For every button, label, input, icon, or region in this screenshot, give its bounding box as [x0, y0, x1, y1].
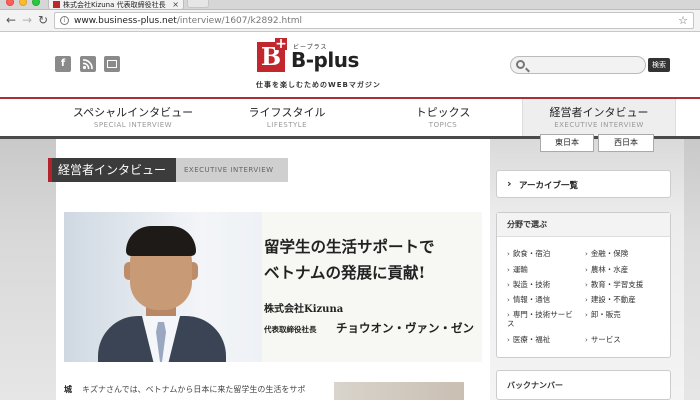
- search-input[interactable]: [510, 56, 646, 74]
- chevron-right-icon: ›: [507, 311, 510, 319]
- interviewee-photo: [64, 212, 260, 362]
- chevron-right-icon: ›: [507, 250, 510, 258]
- chevron-right-icon: ›: [507, 177, 512, 190]
- hero-headline: 留学生の生活サポートで ベトナムの発展に貢献!: [264, 234, 480, 286]
- article-lead-text: キズナさんでは、ベトナムから日本に来た留学生の生活をサポ: [82, 385, 306, 394]
- address-bar[interactable]: i www.business-plus.net/interview/1607/k…: [54, 12, 694, 29]
- info-icon[interactable]: i: [60, 16, 69, 25]
- minimize-window-icon[interactable]: [19, 0, 27, 6]
- nav-item-lifestyle[interactable]: ライフスタイル LIFESTYLE: [210, 99, 364, 136]
- tab-title: 株式会社Kizuna 代表取締役社長: [63, 0, 166, 9]
- close-window-icon[interactable]: [6, 0, 14, 6]
- hero-role: 代表取締役社長: [264, 325, 317, 334]
- nav-item-special-interview[interactable]: スペシャルインタビュー SPECIAL INTERVIEW: [56, 99, 210, 136]
- hero-person-name: チョウオン・ヴァン・ゼン: [336, 321, 474, 335]
- nav-item-executive-interview[interactable]: 経営者インタビュー EXECUTIVE INTERVIEW: [522, 99, 676, 136]
- backnumber-panel[interactable]: バックナンバー: [496, 370, 671, 400]
- category-item[interactable]: › 飲食・宿泊: [507, 249, 550, 259]
- nav-item-sublabel: LIFESTYLE: [266, 121, 308, 129]
- hero-headline-line2: ベトナムの発展に貢献!: [264, 263, 426, 282]
- url-host: www.business-plus.net: [74, 15, 177, 26]
- category-title: 分野で選ぶ: [497, 213, 670, 237]
- backnumber-label: バックナンバー: [507, 381, 563, 390]
- article-thumbnail: [334, 382, 464, 400]
- nav-item-topics[interactable]: トピックス TOPICS: [364, 99, 522, 136]
- nav-item-label: 経営者インタビュー: [549, 106, 649, 119]
- category-item[interactable]: › 金融・保険: [585, 249, 628, 259]
- section-subtitle: EXECUTIVE INTERVIEW: [176, 158, 288, 182]
- browser-tab[interactable]: 株式会社Kizuna 代表取締役社長 ×: [48, 0, 184, 10]
- tab-close-icon[interactable]: ×: [172, 0, 179, 9]
- new-tab-button[interactable]: [187, 0, 209, 8]
- category-item[interactable]: › 情報・通信: [507, 295, 550, 305]
- chevron-right-icon: ›: [585, 250, 588, 258]
- page-side-right: [684, 139, 700, 400]
- archive-list-link[interactable]: › アーカイブ一覧: [496, 170, 671, 198]
- nav-item-label: ライフスタイル: [248, 106, 326, 119]
- chevron-right-icon: ›: [585, 311, 588, 319]
- article-initial: 城: [64, 385, 72, 394]
- chevron-right-icon: ›: [585, 266, 588, 274]
- chevron-right-icon: ›: [507, 266, 510, 274]
- hero-banner: 留学生の生活サポートで ベトナムの発展に貢献! 株式会社Kizuna 代表取締役…: [64, 212, 482, 362]
- category-item[interactable]: › 運輸: [507, 265, 528, 275]
- search-button[interactable]: 検索: [648, 58, 670, 72]
- logo-plus: +: [275, 36, 287, 52]
- global-nav: スペシャルインタビュー SPECIAL INTERVIEW ライフスタイル LI…: [0, 99, 700, 136]
- category-item[interactable]: › 卸・販売: [585, 310, 621, 320]
- hero-headline-line1: 留学生の生活サポートで: [264, 237, 435, 256]
- chevron-right-icon: ›: [507, 281, 510, 289]
- chevron-right-icon: ›: [585, 336, 588, 344]
- search-icon: [516, 60, 525, 69]
- category-item[interactable]: › 農林・水産: [585, 265, 628, 275]
- category-item-overflow: ス: [507, 319, 515, 328]
- nav-item-sublabel: TOPICS: [428, 121, 458, 129]
- site-logo[interactable]: B + ビープラス B-plus: [257, 36, 387, 76]
- facebook-icon[interactable]: f: [55, 56, 71, 72]
- chevron-right-icon: ›: [585, 281, 588, 289]
- subtab-west-japan[interactable]: 西日本: [598, 134, 654, 152]
- bookmark-star-icon[interactable]: ☆: [678, 14, 688, 27]
- rss-icon[interactable]: [80, 56, 96, 72]
- subtab-east-japan[interactable]: 東日本: [540, 134, 594, 152]
- category-item[interactable]: › 専門・技術サービ: [507, 310, 573, 320]
- chevron-right-icon: ›: [507, 296, 510, 304]
- mail-icon[interactable]: [104, 56, 120, 72]
- site-favicon-icon: [53, 1, 60, 8]
- browser-tab-bar: 株式会社Kizuna 代表取締役社長 ×: [0, 0, 700, 10]
- reload-icon[interactable]: ↻: [38, 13, 48, 27]
- hero-company: 株式会社Kizuna: [264, 304, 344, 315]
- category-panel: 分野で選ぶ › 飲食・宿泊 › 運輸 › 製造・技術 › 情報・通信 › 専門・技術サービ…: [496, 212, 671, 358]
- forward-arrow-icon[interactable]: →: [22, 13, 32, 27]
- chevron-right-icon: ›: [507, 336, 510, 344]
- site-tagline: 仕事を楽しむためのWEBマガジン: [256, 81, 381, 89]
- category-item[interactable]: › 建設・不動産: [585, 295, 636, 305]
- category-item[interactable]: › サービス: [585, 335, 621, 345]
- category-item[interactable]: › 製造・技術: [507, 280, 550, 290]
- url-text: www.business-plus.net/interview/1607/k28…: [74, 16, 678, 26]
- nav-item-label: スペシャルインタビュー: [72, 106, 194, 119]
- category-item[interactable]: › 医療・福祉: [507, 335, 550, 345]
- nav-item-sublabel: EXECUTIVE INTERVIEW: [554, 121, 644, 129]
- logo-wordmark: B-plus: [291, 48, 359, 72]
- browser-toolbar: ← → ↻ i www.business-plus.net/interview/…: [0, 10, 700, 32]
- chevron-right-icon: ›: [585, 296, 588, 304]
- zoom-window-icon[interactable]: [32, 0, 40, 6]
- section-title: 経営者インタビュー: [48, 158, 176, 182]
- nav-item-label: トピックス: [415, 106, 471, 119]
- nav-item-sublabel: SPECIAL INTERVIEW: [93, 121, 173, 129]
- archive-label: アーカイブ一覧: [519, 181, 578, 191]
- back-arrow-icon[interactable]: ←: [6, 13, 16, 27]
- url-path: /interview/1607/k2892.html: [176, 15, 303, 26]
- category-item[interactable]: › 教育・学習支援: [585, 280, 643, 290]
